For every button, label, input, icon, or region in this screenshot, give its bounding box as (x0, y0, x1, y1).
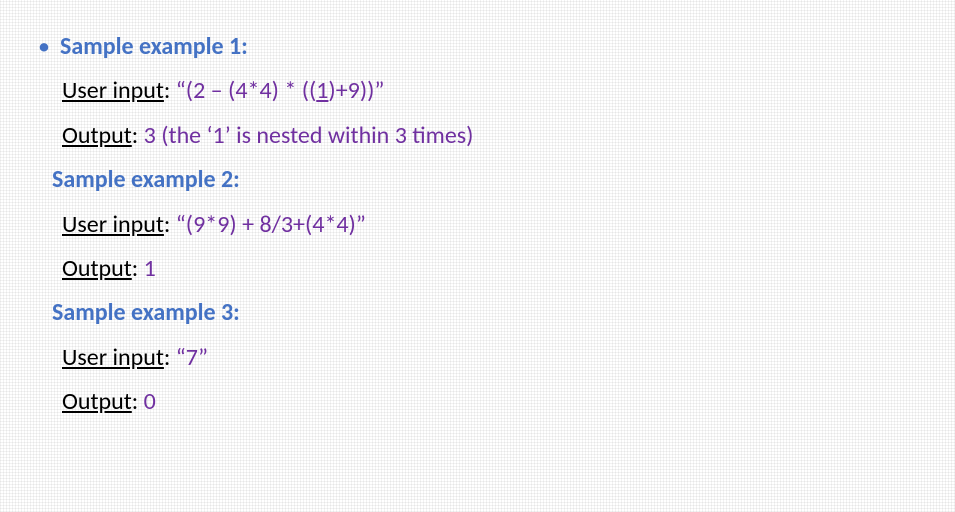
example-2-output-colon: : (132, 254, 144, 283)
example-1-input-value-head: “(2 – (4*4) * (( (176, 76, 316, 105)
example-1-heading-colon: : (241, 32, 248, 61)
bullet-icon: • (38, 25, 50, 69)
example-3-input-row: User input: “7” (38, 336, 925, 380)
example-2-heading: Sample example 2 (52, 165, 233, 194)
example-3-output-num: 0 (144, 387, 156, 416)
example-2-input-colon: : (164, 210, 176, 239)
example-1-heading: Sample example 1 (60, 32, 241, 61)
example-1-heading-row: • Sample example 1: (38, 25, 925, 69)
example-1-output-note: (the ‘1’ is nested within 3 times) (156, 121, 474, 150)
example-1-output-label: Output (62, 121, 132, 150)
example-1-output-colon: : (132, 121, 144, 150)
example-3-output-label: Output (62, 387, 132, 416)
example-2-output-num: 1 (144, 254, 156, 283)
example-2-input-label: User input (62, 210, 164, 239)
example-2-input-value: “(9*9) + 8/3+(4*4)” (176, 210, 366, 239)
example-3-input-colon: : (164, 343, 176, 372)
example-3-heading-row: Sample example 3: (38, 291, 925, 335)
example-2-input-row: User input: “(9*9) + 8/3+(4*4)” (38, 203, 925, 247)
example-1-input-label: User input (62, 76, 164, 105)
example-1-output-row: Output: 3 (the ‘1’ is nested within 3 ti… (38, 114, 925, 158)
example-2-output-row: Output: 1 (38, 247, 925, 291)
example-3-heading-colon: : (233, 298, 240, 327)
example-2-heading-row: Sample example 2: (38, 158, 925, 202)
example-2-output-label: Output (62, 254, 132, 283)
example-3-output-row: Output: 0 (38, 380, 925, 424)
example-1-input-value-tail: )+9))” (328, 76, 384, 105)
slide-content: • Sample example 1: User input: “(2 – (4… (30, 25, 925, 425)
example-3-heading: Sample example 3 (52, 298, 233, 327)
example-3-input-label: User input (62, 343, 164, 372)
example-3-input-value: “7” (176, 343, 208, 372)
example-1-input-underlined: 1 (316, 76, 328, 105)
example-2-heading-colon: : (233, 165, 240, 194)
example-1-input-colon: : (164, 76, 176, 105)
example-1-input-row: User input: “(2 – (4*4) * ((1)+9))” (38, 69, 925, 113)
example-1-output-num: 3 (144, 121, 156, 150)
example-3-output-colon: : (132, 387, 144, 416)
